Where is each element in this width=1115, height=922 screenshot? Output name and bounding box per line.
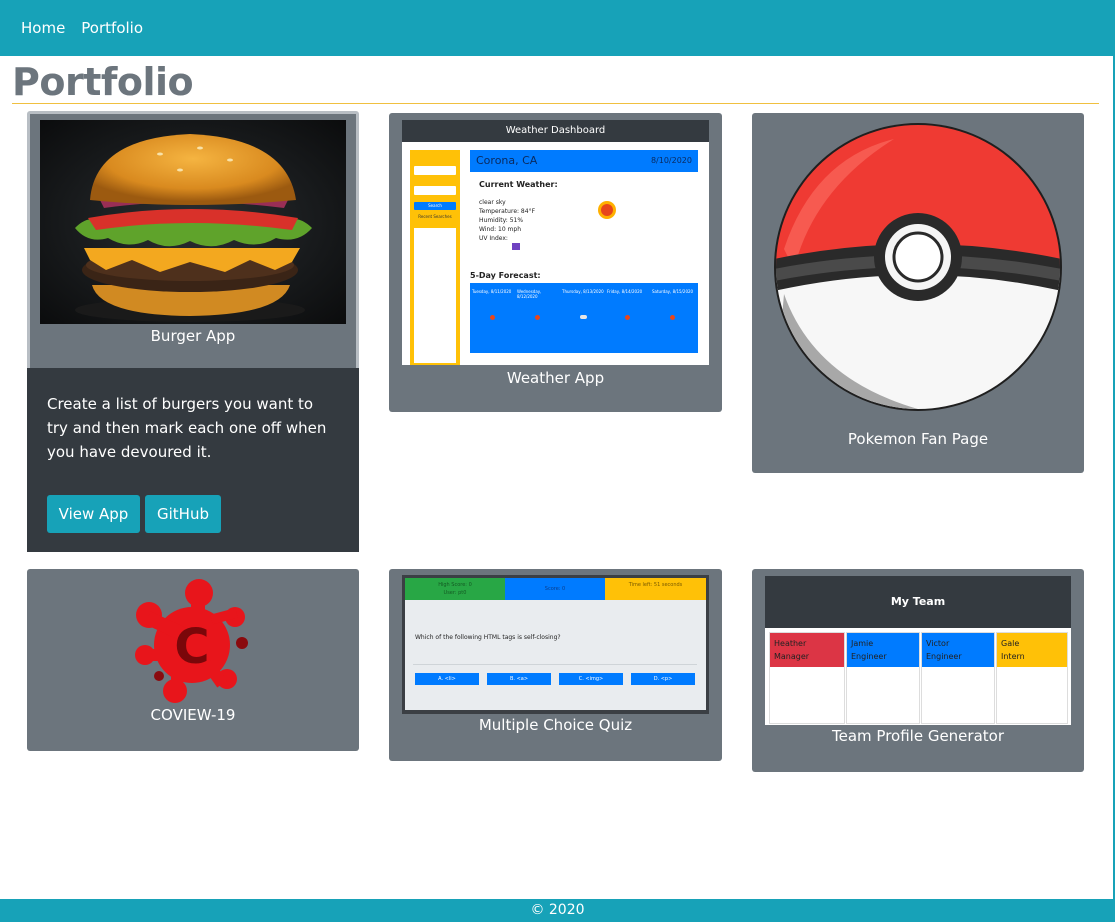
quiz-screenshot: High Score: 0 User: pt0 Score: 0 Time le…: [402, 575, 709, 714]
project-card-team[interactable]: My Team Heather Manager Jamie Engineer V…: [752, 569, 1084, 772]
burger-description-panel: Create a list of burgers you want to try…: [27, 368, 359, 552]
project-label-quiz: Multiple Choice Quiz: [478, 716, 633, 734]
nav-portfolio-link[interactable]: Portfolio: [81, 19, 143, 37]
team-screenshot: My Team Heather Manager Jamie Engineer V…: [765, 576, 1071, 725]
view-app-button[interactable]: View App: [47, 495, 140, 533]
project-card-quiz[interactable]: High Score: 0 User: pt0 Score: 0 Time le…: [389, 569, 722, 761]
project-label-team: Team Profile Generator: [832, 727, 1004, 745]
project-label-pokemon: Pokemon Fan Page: [847, 430, 989, 448]
project-card-burger[interactable]: Burger App: [27, 111, 359, 371]
pokeball-icon: [774, 123, 1062, 411]
coview-logo-icon: C: [135, 579, 248, 703]
project-card-coview[interactable]: C COVIEW-19: [27, 569, 359, 751]
project-label-coview: COVIEW-19: [150, 706, 236, 724]
project-card-weather[interactable]: Weather Dashboard Search Recent Searches…: [389, 113, 722, 412]
github-button[interactable]: GitHub: [145, 495, 221, 533]
burger-image: [40, 120, 346, 324]
project-label-burger: Burger App: [150, 327, 236, 345]
forecast-panel: Tuesday, 8/11/2020 Wednesday, 8/12/2020 …: [470, 283, 698, 353]
nav-home-link[interactable]: Home: [21, 19, 65, 37]
coview-logo-letter: C: [174, 619, 209, 675]
weather-screenshot: Weather Dashboard Search Recent Searches…: [402, 120, 709, 365]
top-navbar: Home Portfolio: [0, 0, 1113, 56]
footer: © 2020: [0, 899, 1115, 922]
weather-city-bar: Corona, CA 8/10/2020: [470, 150, 698, 172]
footer-copyright: © 2020: [530, 902, 585, 918]
weather-shot-header: Weather Dashboard: [402, 120, 709, 142]
project-card-pokemon[interactable]: Pokemon Fan Page: [752, 113, 1084, 473]
title-divider: [12, 103, 1099, 104]
weather-shot-sidebar: Search Recent Searches: [410, 150, 460, 365]
project-label-weather: Weather App: [506, 369, 605, 387]
page-title: Portfolio: [12, 60, 194, 104]
burger-description: Create a list of burgers you want to try…: [47, 395, 327, 461]
sun-icon: [601, 204, 613, 216]
